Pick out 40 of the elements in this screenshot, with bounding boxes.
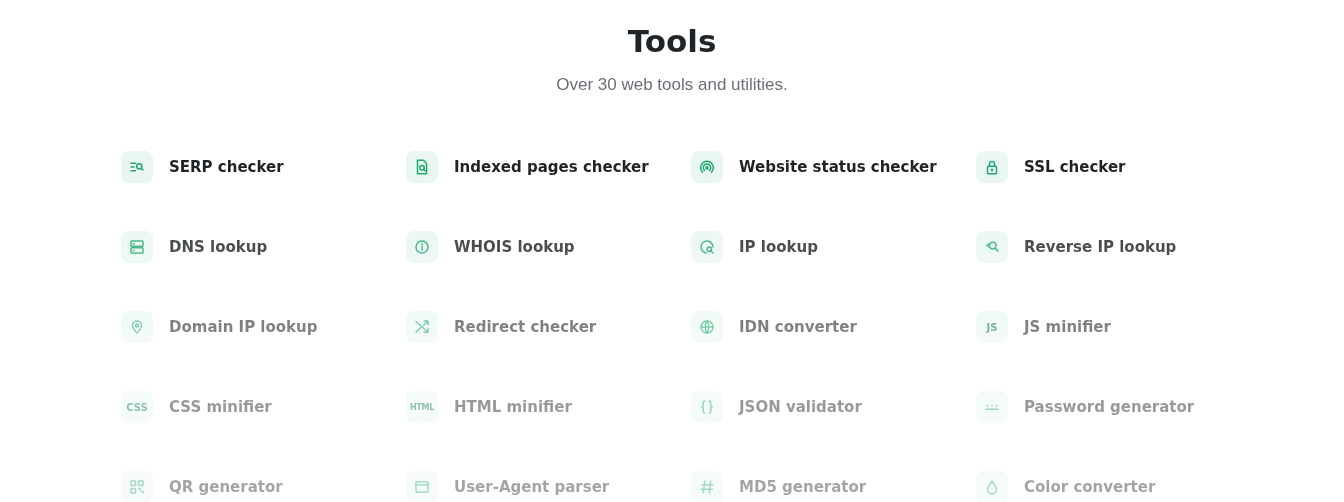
search-undo-icon[interactable] bbox=[976, 231, 1008, 263]
browser-window-icon[interactable] bbox=[406, 471, 438, 502]
page-subtitle: Over 30 web tools and utilities. bbox=[555, 74, 789, 96]
tool-link[interactable]: JSON validator bbox=[739, 398, 862, 416]
lock-icon[interactable] bbox=[976, 151, 1008, 183]
tool-link[interactable]: DNS lookup bbox=[169, 238, 268, 256]
tool-link[interactable]: WHOIS lookup bbox=[454, 238, 575, 256]
tool-link[interactable]: JS minifier bbox=[1024, 318, 1111, 336]
file-search-icon[interactable] bbox=[406, 151, 438, 183]
dots-icon[interactable] bbox=[976, 391, 1008, 423]
page-title: Tools bbox=[626, 22, 718, 60]
tool-link[interactable]: Color converter bbox=[1024, 478, 1156, 496]
braces-icon[interactable] bbox=[691, 391, 723, 423]
tool-link[interactable]: Website status checker bbox=[739, 158, 937, 176]
code-badge-icon[interactable]: JS bbox=[976, 311, 1008, 343]
globe-search-icon[interactable] bbox=[691, 231, 723, 263]
tool-link[interactable]: Password generator bbox=[1024, 398, 1195, 416]
search-list-icon[interactable] bbox=[121, 151, 153, 183]
tool-link[interactable]: SERP checker bbox=[169, 158, 284, 176]
tool-link[interactable]: CSS minifier bbox=[169, 398, 272, 416]
tool-link[interactable]: QR generator bbox=[169, 478, 283, 496]
tool-link[interactable]: Indexed pages checker bbox=[454, 158, 649, 176]
droplet-icon[interactable] bbox=[976, 471, 1008, 502]
info-icon[interactable] bbox=[406, 231, 438, 263]
server-icon[interactable] bbox=[121, 231, 153, 263]
tool-link[interactable]: Reverse IP lookup bbox=[1024, 238, 1177, 256]
tool-link[interactable]: Redirect checker bbox=[454, 318, 597, 336]
globe-icon[interactable] bbox=[691, 311, 723, 343]
shuffle-icon[interactable] bbox=[406, 311, 438, 343]
tool-link[interactable]: User-Agent parser bbox=[454, 478, 610, 496]
qr-code-icon[interactable] bbox=[121, 471, 153, 502]
tool-link[interactable]: MD5 generator bbox=[739, 478, 867, 496]
tool-link[interactable]: SSL checker bbox=[1024, 158, 1126, 176]
map-pin-icon[interactable] bbox=[121, 311, 153, 343]
tool-link[interactable]: IP lookup bbox=[739, 238, 818, 256]
tool-link[interactable]: IDN converter bbox=[739, 318, 857, 336]
tool-link[interactable]: HTML minifier bbox=[454, 398, 572, 416]
hash-icon[interactable] bbox=[691, 471, 723, 502]
signal-icon[interactable] bbox=[691, 151, 723, 183]
tool-link[interactable]: Domain IP lookup bbox=[169, 318, 318, 336]
